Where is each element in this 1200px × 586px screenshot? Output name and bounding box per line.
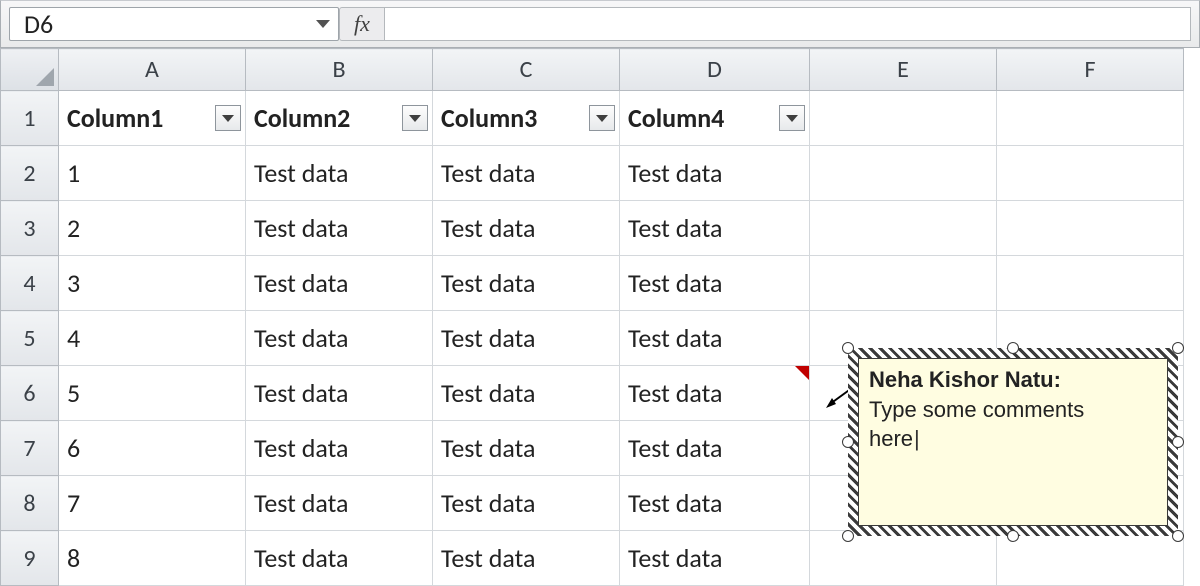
row-header-5[interactable]: 5 xyxy=(1,311,59,366)
cell-A9[interactable]: 8 xyxy=(59,531,246,586)
filter-dropdown-icon[interactable] xyxy=(402,105,428,131)
row-header-3[interactable]: 3 xyxy=(1,201,59,256)
cell-F4[interactable] xyxy=(997,256,1184,311)
cell-B6[interactable]: Test data xyxy=(246,366,433,421)
row-header-9[interactable]: 9 xyxy=(1,531,59,586)
cell-E9[interactable] xyxy=(810,531,997,586)
cell-E3[interactable] xyxy=(810,201,997,256)
cell-B2[interactable]: Test data xyxy=(246,146,433,201)
cell-D1[interactable]: Column4 xyxy=(620,91,810,146)
formula-input-area: fx xyxy=(339,7,1191,41)
cell-E1[interactable] xyxy=(810,91,997,146)
column-header-A[interactable]: A xyxy=(59,49,246,91)
comment-body-line: Type some comments xyxy=(869,395,1157,425)
cell-B7[interactable]: Test data xyxy=(246,421,433,476)
row-header-8[interactable]: 8 xyxy=(1,476,59,531)
cell-A3[interactable]: 2 xyxy=(59,201,246,256)
filter-dropdown-icon[interactable] xyxy=(215,105,241,131)
cell-E4[interactable] xyxy=(810,256,997,311)
select-all-corner[interactable] xyxy=(1,49,59,91)
row-header-7[interactable]: 7 xyxy=(1,421,59,476)
column-header-B[interactable]: B xyxy=(246,49,433,91)
cell-C7[interactable]: Test data xyxy=(433,421,620,476)
comment-body-line: here xyxy=(869,424,1157,454)
cell-D3[interactable]: Test data xyxy=(620,201,810,256)
cell-A4[interactable]: 3 xyxy=(59,256,246,311)
resize-handle[interactable] xyxy=(1172,436,1184,448)
cell-C2[interactable]: Test data xyxy=(433,146,620,201)
name-box[interactable]: D6 xyxy=(9,7,339,41)
row-header-2[interactable]: 2 xyxy=(1,146,59,201)
cell-D5[interactable]: Test data xyxy=(620,311,810,366)
cell-B5[interactable]: Test data xyxy=(246,311,433,366)
cell-D4[interactable]: Test data xyxy=(620,256,810,311)
cell-F9[interactable] xyxy=(997,531,1184,586)
cell-A5[interactable]: 4 xyxy=(59,311,246,366)
cell-A1[interactable]: Column1 xyxy=(59,91,246,146)
resize-handle[interactable] xyxy=(1172,342,1184,354)
cell-comment-box[interactable]: Neha Kishor Natu: Type some comments her… xyxy=(848,348,1178,536)
fx-label: fx xyxy=(354,11,370,37)
cell-A8[interactable]: 7 xyxy=(59,476,246,531)
cell-B8[interactable]: Test data xyxy=(246,476,433,531)
resize-handle[interactable] xyxy=(1007,530,1019,542)
chevron-down-icon[interactable] xyxy=(316,20,330,28)
cell-D2[interactable]: Test data xyxy=(620,146,810,201)
cell-A2[interactable]: 1 xyxy=(59,146,246,201)
resize-handle[interactable] xyxy=(842,342,854,354)
cell-C6[interactable]: Test data xyxy=(433,366,620,421)
comment-indicator-icon[interactable] xyxy=(795,366,809,380)
table-header-label: Column2 xyxy=(254,102,350,134)
cell-B3[interactable]: Test data xyxy=(246,201,433,256)
filter-dropdown-icon[interactable] xyxy=(779,105,805,131)
resize-handle[interactable] xyxy=(842,530,854,542)
spreadsheet-grid[interactable]: ABCDEF1Column1Column2Column3Column421Tes… xyxy=(0,48,1200,586)
cell-D6[interactable]: Test data xyxy=(620,366,810,421)
table-header-label: Column3 xyxy=(441,102,537,134)
resize-handle[interactable] xyxy=(842,436,854,448)
cell-E2[interactable] xyxy=(810,146,997,201)
fx-button[interactable]: fx xyxy=(339,7,385,41)
cell-F3[interactable] xyxy=(997,201,1184,256)
filter-dropdown-icon[interactable] xyxy=(589,105,615,131)
cell-C9[interactable]: Test data xyxy=(433,531,620,586)
cell-D8[interactable]: Test data xyxy=(620,476,810,531)
column-header-E[interactable]: E xyxy=(810,49,997,91)
cell-D7[interactable]: Test data xyxy=(620,421,810,476)
cell-A6[interactable]: 5 xyxy=(59,366,246,421)
cell-C3[interactable]: Test data xyxy=(433,201,620,256)
cell-C5[interactable]: Test data xyxy=(433,311,620,366)
cell-C4[interactable]: Test data xyxy=(433,256,620,311)
cell-F2[interactable] xyxy=(997,146,1184,201)
table-header-label: Column4 xyxy=(628,102,724,134)
resize-handle[interactable] xyxy=(1172,530,1184,542)
cell-C1[interactable]: Column3 xyxy=(433,91,620,146)
cell-B4[interactable]: Test data xyxy=(246,256,433,311)
formula-bar: D6 fx xyxy=(0,0,1200,48)
formula-input[interactable] xyxy=(385,7,1191,41)
column-header-C[interactable]: C xyxy=(433,49,620,91)
row-header-6[interactable]: 6 xyxy=(1,366,59,421)
row-header-4[interactable]: 4 xyxy=(1,256,59,311)
cell-B9[interactable]: Test data xyxy=(246,531,433,586)
table-header-label: Column1 xyxy=(67,102,163,134)
cell-F1[interactable] xyxy=(997,91,1184,146)
comment-content[interactable]: Neha Kishor Natu: Type some comments her… xyxy=(858,358,1168,526)
cell-A7[interactable]: 6 xyxy=(59,421,246,476)
row-header-1[interactable]: 1 xyxy=(1,91,59,146)
cell-C8[interactable]: Test data xyxy=(433,476,620,531)
name-box-value: D6 xyxy=(24,8,310,40)
resize-handle[interactable] xyxy=(1007,342,1019,354)
comment-author: Neha Kishor Natu: xyxy=(869,365,1157,395)
column-header-D[interactable]: D xyxy=(620,49,810,91)
column-header-F[interactable]: F xyxy=(997,49,1184,91)
cell-D9[interactable]: Test data xyxy=(620,531,810,586)
cell-B1[interactable]: Column2 xyxy=(246,91,433,146)
